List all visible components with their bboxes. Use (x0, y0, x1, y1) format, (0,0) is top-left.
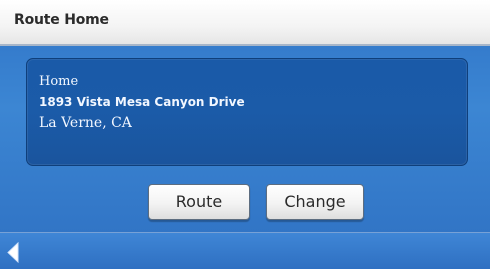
address-street: 1893 Vista Mesa Canyon Drive (39, 95, 245, 109)
back-button[interactable] (0, 236, 40, 269)
change-button[interactable]: Change (266, 184, 364, 220)
route-button[interactable]: Route (148, 184, 250, 220)
page-title: Route Home (14, 12, 109, 28)
home-address-panel: Home 1893 Vista Mesa Canyon Drive La Ver… (26, 58, 468, 166)
back-arrow-icon (7, 241, 19, 264)
route-home-screen: Route Home Home 1893 Vista Mesa Canyon D… (0, 0, 490, 269)
title-bar: Route Home (0, 0, 490, 46)
bottom-navigation-bar (0, 232, 490, 269)
address-city: La Verne, CA (39, 115, 132, 131)
address-name: Home (39, 74, 79, 89)
